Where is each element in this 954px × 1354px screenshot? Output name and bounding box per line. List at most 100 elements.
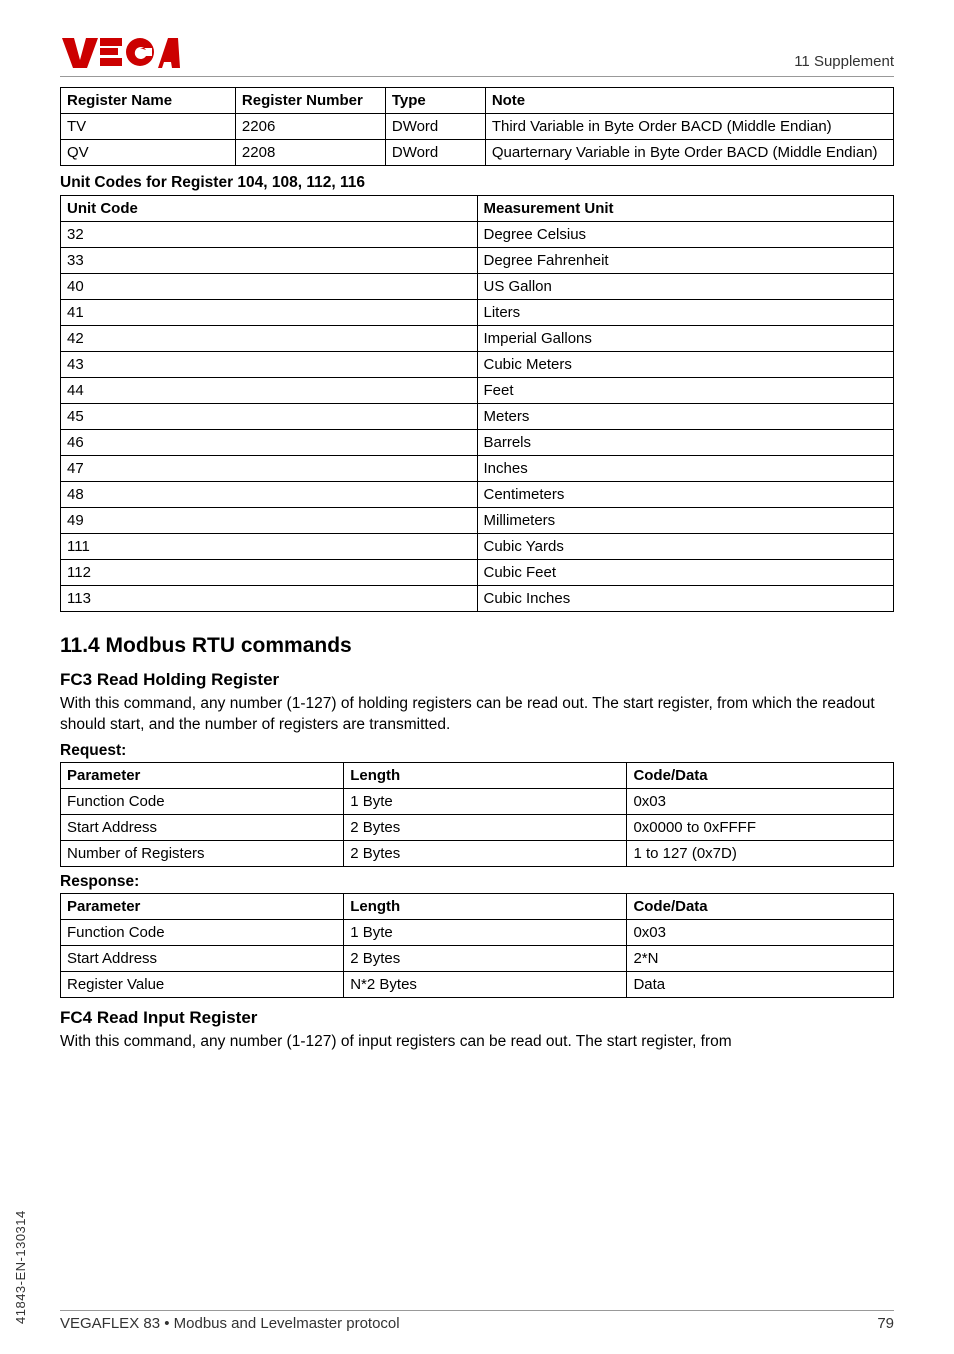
fc3-response-label: Response: <box>60 873 894 891</box>
cell: 47 <box>61 456 478 482</box>
table-row: 112Cubic Feet <box>61 560 894 586</box>
table-row: TV 2206 DWord Third Variable in Byte Ord… <box>61 114 894 140</box>
cell: 2 Bytes <box>344 840 627 866</box>
cell: N*2 Bytes <box>344 971 627 997</box>
cell: 46 <box>61 430 478 456</box>
table-row: 46Barrels <box>61 430 894 456</box>
table-row: 32Degree Celsius <box>61 222 894 248</box>
cell: Imperial Gallons <box>477 326 894 352</box>
cell: Register Value <box>61 971 344 997</box>
table-row: 41Liters <box>61 300 894 326</box>
footer-left: VEGAFLEX 83 • Modbus and Levelmaster pro… <box>60 1315 400 1332</box>
fc3-request-table: Parameter Length Code/Data Function Code… <box>60 762 894 867</box>
document-id-sidelabel: 41843-EN-130314 <box>13 1210 28 1324</box>
cell: 1 Byte <box>344 919 627 945</box>
fc4-heading: FC4 Read Input Register <box>60 1008 894 1028</box>
fc3-request-label: Request: <box>60 742 894 760</box>
table-row: 33Degree Fahrenheit <box>61 248 894 274</box>
table-row: 43Cubic Meters <box>61 352 894 378</box>
cell: 111 <box>61 534 478 560</box>
page-header: 11 Supplement <box>60 34 894 77</box>
cell: Start Address <box>61 814 344 840</box>
table-row: 113Cubic Inches <box>61 586 894 612</box>
cell: 112 <box>61 560 478 586</box>
page-footer: VEGAFLEX 83 • Modbus and Levelmaster pro… <box>60 1310 894 1332</box>
cell: Cubic Feet <box>477 560 894 586</box>
vega-logo-icon <box>60 34 180 70</box>
cell: Degree Celsius <box>477 222 894 248</box>
cell: 113 <box>61 586 478 612</box>
cell: US Gallon <box>477 274 894 300</box>
cell: Feet <box>477 378 894 404</box>
cell: Cubic Yards <box>477 534 894 560</box>
table-row: Number of Registers2 Bytes1 to 127 (0x7D… <box>61 840 894 866</box>
col-parameter: Parameter <box>61 762 344 788</box>
cell: Cubic Inches <box>477 586 894 612</box>
table-row: 49Millimeters <box>61 508 894 534</box>
header-supplement: 11 Supplement <box>794 53 894 70</box>
col-parameter: Parameter <box>61 893 344 919</box>
col-code-data: Code/Data <box>627 893 894 919</box>
col-code-data: Code/Data <box>627 762 894 788</box>
cell: DWord <box>385 140 485 166</box>
cell: Inches <box>477 456 894 482</box>
unit-codes-heading: Unit Codes for Register 104, 108, 112, 1… <box>60 174 894 192</box>
cell: Cubic Meters <box>477 352 894 378</box>
cell: 42 <box>61 326 478 352</box>
col-length: Length <box>344 762 627 788</box>
col-register-number: Register Number <box>235 88 385 114</box>
table-header-row: Parameter Length Code/Data <box>61 762 894 788</box>
cell: DWord <box>385 114 485 140</box>
fc4-body: With this command, any number (1-127) of… <box>60 1032 894 1053</box>
footer-page-number: 79 <box>877 1315 894 1332</box>
cell: QV <box>61 140 236 166</box>
cell: Millimeters <box>477 508 894 534</box>
table-row: 44Feet <box>61 378 894 404</box>
cell: 45 <box>61 404 478 430</box>
col-type: Type <box>385 88 485 114</box>
table-header-row: Parameter Length Code/Data <box>61 893 894 919</box>
cell: 2 Bytes <box>344 945 627 971</box>
page: 11 Supplement Register Name Register Num… <box>0 0 954 1354</box>
cell: 41 <box>61 300 478 326</box>
cell: 1 to 127 (0x7D) <box>627 840 894 866</box>
table-row: 48Centimeters <box>61 482 894 508</box>
table-row: Function Code1 Byte0x03 <box>61 788 894 814</box>
unit-codes-table: Unit Code Measurement Unit 32Degree Cels… <box>60 195 894 612</box>
cell: 2208 <box>235 140 385 166</box>
cell: 33 <box>61 248 478 274</box>
col-measurement-unit: Measurement Unit <box>477 196 894 222</box>
cell: 32 <box>61 222 478 248</box>
col-unit-code: Unit Code <box>61 196 478 222</box>
cell: 2 Bytes <box>344 814 627 840</box>
table-row: Function Code1 Byte0x03 <box>61 919 894 945</box>
cell: 2206 <box>235 114 385 140</box>
table-row: 45Meters <box>61 404 894 430</box>
cell: Start Address <box>61 945 344 971</box>
table-row: Register ValueN*2 BytesData <box>61 971 894 997</box>
cell: 44 <box>61 378 478 404</box>
cell: 0x0000 to 0xFFFF <box>627 814 894 840</box>
fc3-heading: FC3 Read Holding Register <box>60 670 894 690</box>
cell: 49 <box>61 508 478 534</box>
table-row: 47Inches <box>61 456 894 482</box>
cell: Quarternary Variable in Byte Order BACD … <box>485 140 893 166</box>
table-header-row: Unit Code Measurement Unit <box>61 196 894 222</box>
table-row: QV 2208 DWord Quarternary Variable in By… <box>61 140 894 166</box>
cell: 48 <box>61 482 478 508</box>
cell: Third Variable in Byte Order BACD (Middl… <box>485 114 893 140</box>
table-header-row: Register Name Register Number Type Note <box>61 88 894 114</box>
cell: 2*N <box>627 945 894 971</box>
cell: Barrels <box>477 430 894 456</box>
cell: Function Code <box>61 788 344 814</box>
cell: Number of Registers <box>61 840 344 866</box>
cell: Function Code <box>61 919 344 945</box>
cell: 1 Byte <box>344 788 627 814</box>
table-row: Start Address2 Bytes2*N <box>61 945 894 971</box>
table-row: 40US Gallon <box>61 274 894 300</box>
logo <box>60 34 180 70</box>
col-note: Note <box>485 88 893 114</box>
table-row: Start Address2 Bytes0x0000 to 0xFFFF <box>61 814 894 840</box>
cell: Degree Fahrenheit <box>477 248 894 274</box>
cell: 0x03 <box>627 788 894 814</box>
